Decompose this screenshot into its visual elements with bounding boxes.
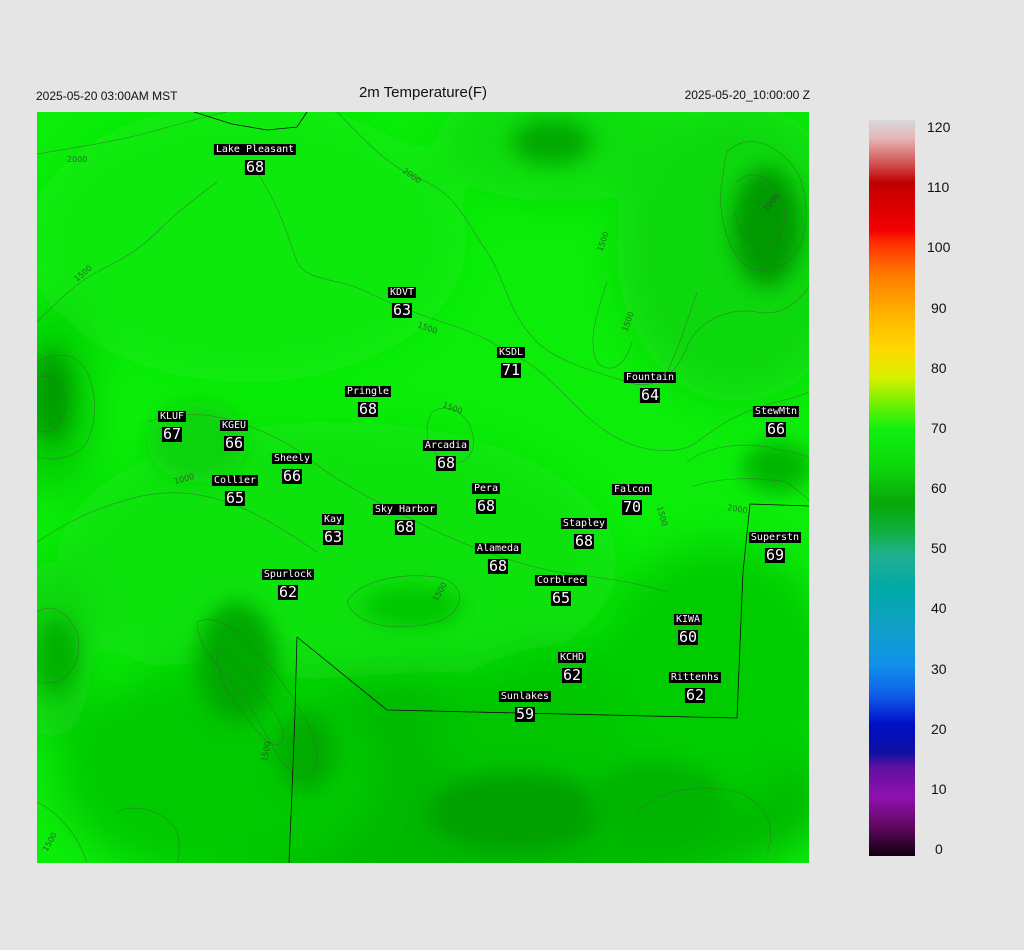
station-temp: 71 [500,361,522,379]
colorbar-tick-label: 60 [931,480,947,496]
station-name: KDVT [387,287,417,298]
station-name: Sunlakes [498,691,552,702]
station-temp: 62 [277,583,299,601]
station-temp: 64 [639,386,661,404]
station-temp: 59 [514,705,536,723]
station-pringle: Pringle 68 [344,381,392,418]
station-name: Rittenhs [668,672,722,683]
station-temp: 68 [244,158,266,176]
station-collier: Collier 65 [211,470,259,507]
station-name: Collier [211,475,259,486]
station-name: StewMtn [752,406,800,417]
map-background: 2000 2000 1500 1500 1500 1500 1000 2000 … [37,112,809,863]
station-kay: Kay 63 [321,509,345,546]
station-temp: 67 [161,425,183,443]
station-temp: 66 [223,434,245,452]
colorbar-tick-label: 10 [931,780,947,797]
valid-time-local: 2025-05-20 03:00AM MST [36,89,178,103]
station-temp: 69 [764,546,786,564]
station-name: KLUF [157,411,187,422]
station-spurlock: Spurlock 62 [261,564,315,601]
colorbar-tick-label: 20 [931,720,947,737]
station-name: KIWA [673,614,703,625]
station-name: Spurlock [261,569,315,580]
station-temp: 68 [435,454,457,472]
station-name: Pringle [344,386,392,397]
station-temp: 65 [224,489,246,507]
station-arcadia: Arcadia 68 [422,435,470,472]
temperature-map: 2000 2000 1500 1500 1500 1500 1000 2000 … [37,112,809,863]
station-kluf: KLUF 67 [157,406,187,443]
valid-time-utc: 2025-05-20_10:00:00 Z [684,88,810,102]
station-temp: 68 [573,532,595,550]
station-temp: 63 [322,528,344,546]
station-stewmtn: StewMtn 66 [752,401,800,438]
station-lake-pleasant: Lake Pleasant 68 [213,139,297,176]
station-superstn: Superstn 69 [748,527,802,564]
station-temp: 63 [391,301,413,319]
colorbar [869,120,915,856]
station-kdvt: KDVT 63 [387,282,417,319]
station-rittenhs: Rittenhs 62 [668,667,722,704]
station-temp: 62 [561,666,583,684]
station-name: KSDL [496,347,526,358]
colorbar-tick-label: 40 [931,600,947,617]
colorbar-tick-label: 90 [931,299,947,316]
station-temp: 68 [487,557,509,575]
colorbar-tick-label: 30 [931,660,947,677]
station-ksdl: KSDL 71 [496,342,526,379]
station-name: Alameda [474,543,522,554]
station-name: Kay [321,514,345,525]
station-temp: 65 [550,589,572,607]
station-corblrec: Corblrec 65 [534,570,588,607]
station-sky-harbor: Sky Harbor 68 [372,499,438,536]
station-name: Fountain [623,372,677,383]
station-kgeu: KGEU 66 [219,415,249,452]
station-name: Corblrec [534,575,588,586]
station-name: Sheely [271,453,313,464]
colorbar-tick-label: 110 [927,179,950,196]
map-title: 2m Temperature(F) [358,84,488,101]
colorbar-tick-label: 50 [931,540,947,557]
station-temp: 68 [394,518,416,536]
station-temp: 68 [357,400,379,418]
station-name: Arcadia [422,440,470,451]
colorbar-tick-label: 100 [927,239,951,256]
station-name: Pera [471,483,501,494]
station-name: Stapley [560,518,608,529]
station-name: Lake Pleasant [213,144,297,155]
station-fountain: Fountain 64 [623,367,677,404]
station-name: Falcon [611,484,653,495]
station-temp: 66 [765,420,787,438]
station-temp: 62 [684,686,706,704]
station-sheely: Sheely 66 [271,448,313,485]
station-kchd: KCHD 62 [557,647,587,684]
contour-label: 2000 [67,155,87,164]
station-temp: 66 [281,467,303,485]
colorbar-tick-label: 80 [931,359,947,376]
station-sunlakes: Sunlakes 59 [498,686,552,723]
colorbar-tick-label: 70 [931,419,947,436]
colorbar-tick-label: 0 [935,841,943,857]
station-alameda: Alameda 68 [474,538,522,575]
station-name: KCHD [557,652,587,663]
station-temp: 68 [475,497,497,515]
station-stapley: Stapley 68 [560,513,608,550]
station-falcon: Falcon 70 [611,479,653,516]
station-temp: 60 [677,628,699,646]
station-name: KGEU [219,420,249,431]
station-temp: 70 [621,498,643,516]
station-pera: Pera 68 [471,478,501,515]
station-name: Superstn [748,532,802,543]
station-name: Sky Harbor [372,504,438,515]
station-kiwa: KIWA 60 [673,609,703,646]
colorbar-tick-label: 120 [927,119,951,135]
